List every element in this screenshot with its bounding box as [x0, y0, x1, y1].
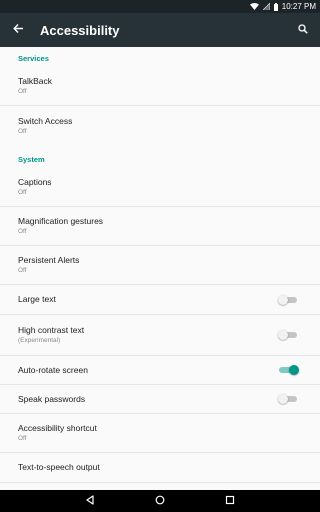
nav-back-button[interactable]	[55, 490, 125, 512]
wifi-icon	[249, 3, 259, 10]
setting-summary: Off	[18, 87, 27, 95]
setting-summary: Off	[18, 228, 27, 235]
settings-list[interactable]: Services TalkBack Off Switch Access Off …	[0, 47, 320, 490]
setting-title: Switch Access	[18, 116, 73, 126]
setting-summary: Off	[18, 188, 27, 196]
setting-high-contrast-text[interactable]: High contrast text (Experimental)	[0, 315, 320, 356]
app-bar: Accessibility	[0, 13, 320, 47]
setting-title: TalkBack	[18, 75, 53, 86]
high-contrast-text-toggle[interactable]	[278, 329, 300, 341]
setting-text-to-speech-output[interactable]: Text-to-speech output	[0, 453, 320, 483]
status-time: 10:27 PM	[281, 2, 316, 11]
auto-rotate-screen-toggle[interactable]	[278, 364, 300, 376]
navigation-bar	[0, 490, 320, 512]
setting-summary: Off	[18, 267, 27, 274]
nav-recents-button[interactable]	[195, 490, 265, 512]
setting-title: Auto-rotate screen	[18, 364, 88, 375]
toggle-thumb	[278, 330, 288, 340]
setting-title: High contrast text	[18, 325, 85, 335]
setting-speak-passwords[interactable]: Speak passwords	[0, 385, 320, 414]
battery-icon	[273, 2, 278, 11]
setting-accessibility-shortcut[interactable]: Accessibility shortcut Off	[0, 414, 320, 453]
setting-persistent-alerts[interactable]: Persistent Alerts Off	[0, 246, 320, 285]
section-header-system: System	[18, 155, 45, 164]
setting-title: Accessibility shortcut	[18, 423, 97, 433]
setting-summary: Off	[18, 128, 27, 135]
setting-captions[interactable]: Captions Off	[0, 167, 320, 207]
arrow-back-icon	[12, 21, 24, 39]
section-header-services: Services	[18, 54, 49, 63]
home-circle-icon	[155, 492, 165, 510]
setting-switch-access[interactable]: Switch Access Off	[0, 106, 320, 146]
status-bar: 10:27 PM	[0, 0, 320, 13]
setting-magnification-gestures[interactable]: Magnification gestures Off	[0, 207, 320, 246]
setting-partial-row[interactable]	[0, 483, 320, 490]
setting-auto-rotate-screen[interactable]: Auto-rotate screen	[0, 356, 320, 385]
speak-passwords-toggle[interactable]	[278, 393, 300, 405]
toggle-thumb	[278, 394, 288, 404]
large-text-toggle[interactable]	[278, 294, 300, 306]
toggle-thumb	[289, 365, 299, 375]
nav-home-button[interactable]	[125, 490, 195, 512]
setting-title: Speak passwords	[18, 393, 86, 404]
setting-title: Magnification gestures	[18, 216, 104, 226]
back-triangle-icon	[85, 492, 95, 510]
setting-title: Large text	[18, 294, 56, 304]
setting-summary: Off	[18, 435, 27, 442]
recents-square-icon	[225, 492, 235, 510]
search-icon	[298, 21, 308, 39]
toggle-thumb	[278, 294, 288, 305]
page-title: Accessibility	[40, 22, 120, 38]
setting-talkback[interactable]: TalkBack Off	[0, 66, 320, 106]
setting-summary: (Experimental)	[18, 337, 61, 344]
setting-title: Text-to-speech output	[18, 462, 100, 472]
back-button[interactable]	[0, 13, 36, 47]
setting-title: Captions	[18, 176, 52, 187]
setting-large-text[interactable]: Large text	[0, 285, 320, 315]
setting-title: Persistent Alerts	[18, 255, 80, 265]
search-button[interactable]	[286, 13, 320, 47]
signal-icon	[262, 3, 270, 10]
